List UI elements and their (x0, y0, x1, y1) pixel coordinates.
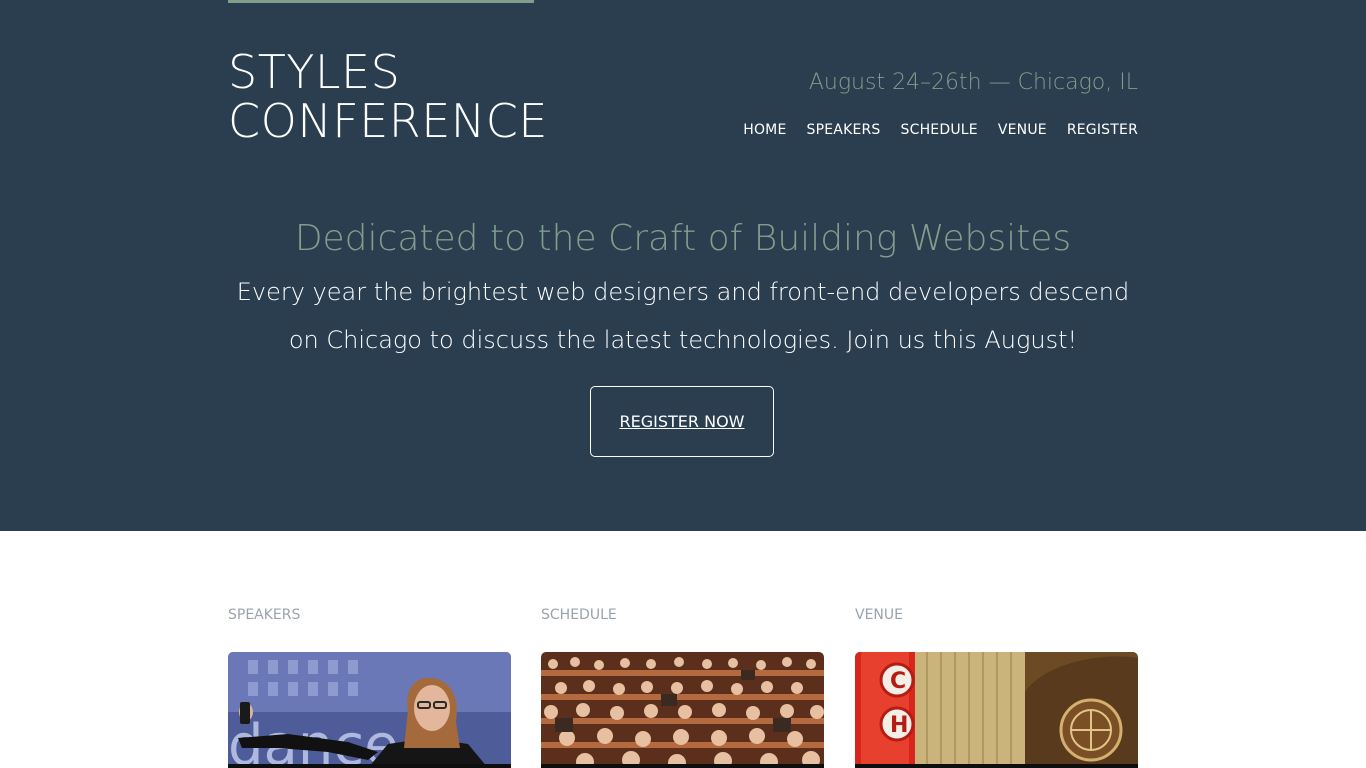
hero-section: STYLES CONFERENCE August 24–26th — Chica… (0, 0, 1366, 531)
site-logo[interactable]: STYLES CONFERENCE (228, 48, 548, 146)
svg-text:H: H (890, 713, 908, 738)
nav-venue[interactable]: VENUE (998, 122, 1047, 138)
accent-bar (228, 0, 534, 3)
speakers-photo[interactable]: dance (228, 652, 511, 768)
logo-line-2: CONFERENCE (228, 94, 548, 148)
hero-title: Dedicated to the Craft of Building Websi… (294, 218, 1072, 259)
venue-photo[interactable]: C H (855, 652, 1138, 768)
nav-home[interactable]: HOME (743, 122, 786, 138)
teaser-label-venue: VENUE (855, 607, 903, 623)
teaser-label-speakers: SPEAKERS (228, 607, 301, 623)
hero-lead: Every year the brightest web designers a… (236, 278, 1130, 354)
primary-nav: HOME SPEAKERS SCHEDULE VENUE REGISTER (743, 122, 1138, 138)
schedule-photo[interactable] (541, 652, 824, 768)
register-now-button[interactable]: REGISTER NOW (590, 386, 774, 457)
nav-schedule[interactable]: SCHEDULE (901, 122, 978, 138)
event-tagline: August 24–26th — Chicago, IL (808, 70, 1138, 95)
teaser-label-schedule: SCHEDULE (541, 607, 617, 623)
svg-text:C: C (890, 669, 906, 694)
nav-speakers[interactable]: SPEAKERS (807, 122, 881, 138)
nav-register[interactable]: REGISTER (1067, 122, 1138, 138)
logo-line-1: STYLES (228, 45, 401, 99)
